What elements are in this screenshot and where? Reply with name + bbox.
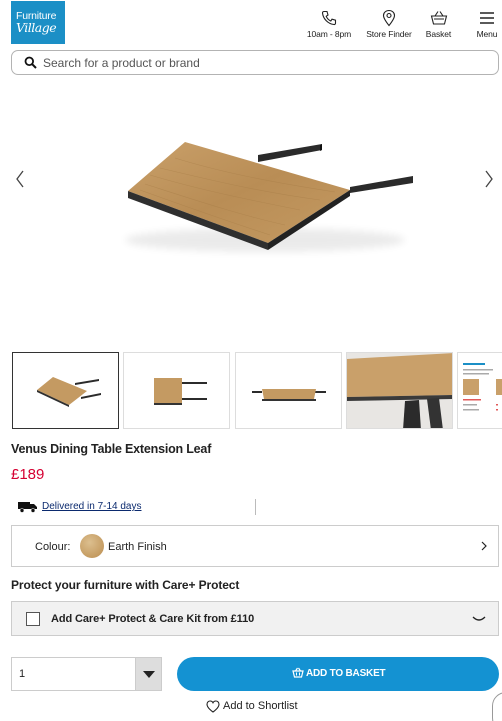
product-main-image[interactable] <box>0 80 502 345</box>
add-to-basket-label: ADD TO BASKET <box>306 668 386 679</box>
search-bar[interactable]: Search for a product or brand <box>11 50 499 75</box>
thumb-table-closeup <box>347 353 452 428</box>
logo-line-2: Village <box>16 20 57 35</box>
thumbnail-5[interactable] <box>457 352 502 429</box>
divider <box>255 499 256 515</box>
basket-icon <box>292 667 304 678</box>
care-protect-heading: Protect your furniture with Care+ Protec… <box>11 578 240 592</box>
quantity-dropdown-button[interactable] <box>135 658 161 690</box>
quantity-select[interactable]: 1 <box>11 657 162 691</box>
thumb-leaf-side <box>252 389 326 401</box>
thumb-spec-sheet <box>463 363 502 411</box>
phone-icon <box>321 10 337 26</box>
delivery-truck-icon <box>18 502 37 513</box>
basket-icon <box>430 11 447 25</box>
product-title: Venus Dining Table Extension Leaf <box>11 442 212 456</box>
caret-down-icon <box>143 671 155 678</box>
site-header: Furniture Village 10am - 8pm Store Finde… <box>0 0 502 46</box>
colour-selector[interactable]: Colour: Earth Finish <box>11 525 499 567</box>
care-protect-option[interactable]: Add Care+ Protect & Care Kit from £110 <box>11 601 499 636</box>
chevron-down-icon[interactable] <box>472 614 486 624</box>
add-to-shortlist-label: Add to Shortlist <box>223 700 298 712</box>
thumbnail-3[interactable] <box>235 352 342 429</box>
add-to-basket-button[interactable]: ADD TO BASKET <box>177 657 499 691</box>
colour-value: Earth Finish <box>108 541 167 553</box>
nav-basket-label: Basket <box>425 29 452 39</box>
colour-label: Colour: <box>35 541 71 553</box>
search-input[interactable]: Search for a product or brand <box>43 56 200 70</box>
chevron-right-icon <box>481 541 487 551</box>
thumbnail-2[interactable] <box>123 352 230 429</box>
thumbnail-4[interactable] <box>346 352 453 429</box>
furniture-village-logo[interactable]: Furniture Village <box>11 1 65 44</box>
thumb-leaf-top <box>154 378 207 405</box>
nav-store-finder[interactable]: Store Finder <box>363 9 415 39</box>
colour-swatch <box>80 534 104 558</box>
location-pin-icon <box>382 9 396 27</box>
thumb-leaf-angled <box>37 377 101 407</box>
delivery-link[interactable]: Delivered in 7-14 days <box>42 501 142 512</box>
chat-widget[interactable] <box>492 692 502 721</box>
chevron-right-icon[interactable] <box>482 168 496 190</box>
heart-icon <box>206 700 220 713</box>
nav-menu[interactable]: Menu <box>474 9 500 39</box>
care-protect-label: Add Care+ Protect & Care Kit from £110 <box>51 613 255 625</box>
hamburger-menu-icon <box>480 12 494 24</box>
quantity-value: 1 <box>19 668 26 680</box>
nav-opening-hours[interactable]: 10am - 8pm <box>305 9 353 39</box>
search-icon <box>24 56 37 69</box>
nav-store-finder-label: Store Finder <box>366 29 412 39</box>
product-price: £189 <box>11 466 45 483</box>
nav-basket[interactable]: Basket <box>423 9 454 39</box>
care-protect-checkbox[interactable] <box>26 612 40 626</box>
extension-leaf-image <box>125 142 413 252</box>
chevron-left-icon[interactable] <box>13 168 27 190</box>
nav-menu-label: Menu <box>476 29 498 39</box>
thumbnail-strip <box>0 352 502 430</box>
nav-opening-hours-label: 10am - 8pm <box>306 29 352 39</box>
thumbnail-1[interactable] <box>12 352 119 429</box>
